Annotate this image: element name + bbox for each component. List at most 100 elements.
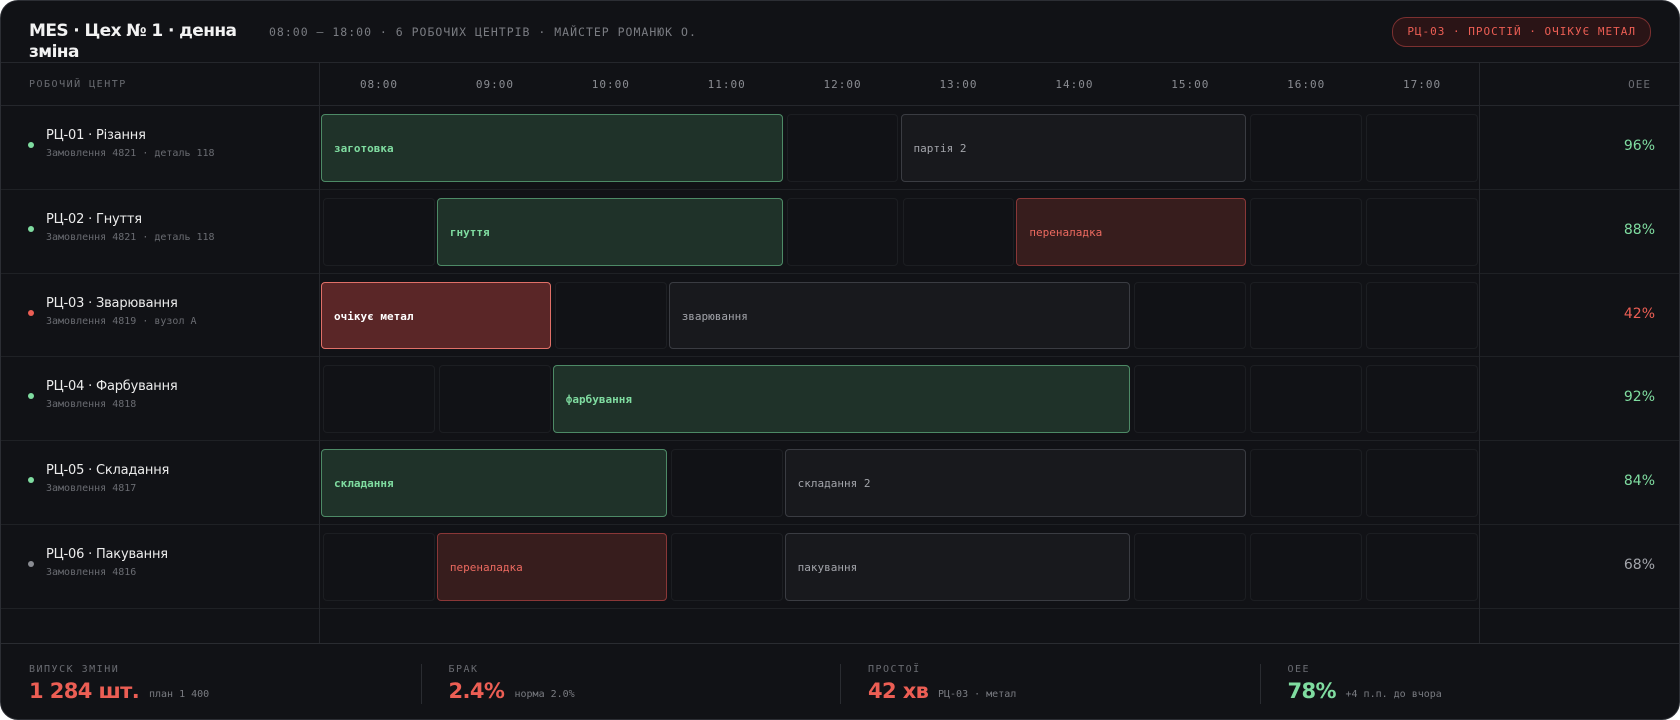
task-bar-plan[interactable]: складання 2 [784,449,1247,517]
kpi-value: 78% [1287,679,1337,703]
task-bar-down[interactable]: очікує метал [321,281,551,350]
oee-value: 96% [1623,138,1655,154]
hour-slot [786,197,899,266]
task-bar-ok[interactable]: фарбування [552,365,1131,434]
task-bar-setup[interactable]: переналадка [436,533,667,601]
hour-slot [786,114,899,182]
work-center-column-header: РОБОЧИЙ ЦЕНТР [29,79,127,90]
hour-slot [1250,533,1363,601]
oee-value: 84% [1623,473,1655,490]
hour-slot [1366,449,1478,517]
kpi-divider [420,664,422,704]
status-dot [28,225,34,232]
kpi-divider [1259,664,1261,704]
oee-value: 92% [1623,389,1655,406]
work-center-row[interactable]: РЦ-02 · Гнуття Замовлення 4821 · деталь 1… [1,190,1679,274]
mes-window: MES · Цех № 1 · денна зміна 08:00 — 18:0… [0,0,1680,720]
hour-slot [670,533,783,601]
hour-slot [1366,197,1478,266]
shift-meta: 08:00 — 18:00 · 6 РОБОЧИХ ЦЕНТРІВ · МАЙС… [269,25,697,39]
work-center-row[interactable]: РЦ-06 · Пакування Замовлення 4816 перенала… [1,525,1679,609]
work-center-name: РЦ-06 · Пакування [46,547,168,562]
kpi-label: ПРОСТОЇ [868,664,921,675]
hour-slot [1250,114,1363,182]
work-center-name: РЦ-01 · Різання [46,128,146,143]
hour-header: 16:00 [1287,78,1326,91]
column-divider [319,63,320,643]
column-divider [1479,63,1480,643]
work-center-order: Замовлення 4816 [46,567,137,578]
kpi-note: РЦ-03 · метал [938,689,1017,700]
work-center-order: Замовлення 4821 · деталь 118 [46,148,215,159]
kpi-value: 42 хв [868,679,929,703]
status-dot [28,393,34,400]
task-bar-ok[interactable]: складання [321,449,667,517]
oee-value: 42% [1623,305,1655,322]
hour-slot [1366,114,1478,182]
task-bar-ok[interactable]: гнуття [436,197,783,266]
hour-slot [1250,197,1363,266]
task-bar-plan[interactable]: партія 2 [900,114,1247,182]
work-center-row[interactable]: РЦ-03 · Зварювання Замовлення 4819 · вузо… [1,274,1679,358]
kpi-note: +4 п.п. до вчора [1345,689,1442,700]
hour-header: 08:00 [359,78,399,91]
hour-header: 17:00 [1403,78,1442,91]
status-dot [28,142,34,148]
downtime-alert-badge[interactable]: РЦ-03 · ПРОСТІЙ · ОЧІКУЄ МЕТАЛ [1392,17,1651,47]
status-dot [28,309,34,316]
header: MES · Цех № 1 · денна зміна 08:00 — 18:0… [1,1,1679,63]
hour-header: 14:00 [1055,78,1094,91]
hour-slot [1250,449,1363,517]
hour-slot [1366,365,1478,434]
hour-slot [323,533,435,601]
kpi-divider [840,664,841,704]
kpi-note: норма 2.0% [514,689,575,700]
hour-slot [1134,533,1247,601]
work-center-name: РЦ-05 · Складання [46,463,170,479]
hour-header: 13:00 [939,78,978,91]
task-bar-setup[interactable]: переналадка [1016,197,1247,266]
hour-header: 11:00 [707,78,746,91]
hour-slot [1250,365,1363,434]
hour-header: 09:00 [475,78,514,91]
kpi-label: БРАК [448,664,479,675]
work-center-row[interactable]: РЦ-01 · Різання Замовлення 4821 · деталь … [1,106,1679,190]
work-center-order: Замовлення 4818 [46,399,137,411]
timeline-header: РОБОЧИЙ ЦЕНТР OEE 08:00 09:00 10:00 11:00 12… [1,63,1679,106]
hour-slot [323,197,435,266]
task-bar-plan[interactable]: пакування [784,533,1131,601]
hour-slot [1366,533,1478,601]
work-center-order: Замовлення 4821 · деталь 118 [46,231,215,243]
hour-slot [670,449,783,517]
work-center-name: РЦ-03 · Зварювання [46,295,178,311]
hour-slot [902,197,1015,266]
hour-slot [1134,365,1247,434]
hour-slot [438,365,551,434]
status-dot [28,477,34,484]
status-dot [28,561,34,567]
hour-slot [1250,281,1363,350]
oee-value: 88% [1623,221,1655,238]
kpi-value: 1 284 шт. [29,679,140,703]
kpi-footer: ВИПУСК ЗМІНИ 1 284 шт. план 1 400 БРАК 2.4% н… [1,643,1679,719]
work-center-row[interactable]: РЦ-05 · Складання Замовлення 4817 складанн… [1,441,1679,525]
hour-slot [1366,281,1478,350]
hour-header: 10:00 [591,78,630,91]
task-bar-ok[interactable]: заготовка [321,114,783,182]
work-center-name: РЦ-02 · Гнуття [46,211,142,227]
task-bar-plan[interactable]: зварювання [668,281,1131,350]
app-title: MES · Цех № 1 · денна зміна [29,21,237,62]
kpi-note: план 1 400 [149,689,210,700]
hour-header: 12:00 [823,78,862,91]
hour-slot [554,281,667,350]
kpi-label: OEE [1287,664,1311,675]
work-center-order: Замовлення 4819 · вузол А [46,315,197,327]
hour-slot [1134,281,1247,350]
kpi-label: ВИПУСК ЗМІНИ [29,664,120,675]
oee-value: 68% [1623,557,1655,573]
work-center-order: Замовлення 4817 [46,483,137,495]
oee-column-header: OEE [1628,78,1651,91]
work-center-row[interactable]: РЦ-04 · Фарбування Замовлення 4818 фарбува… [1,357,1679,442]
kpi-value: 2.4% [448,679,505,703]
work-center-name: РЦ-04 · Фарбування [46,379,178,395]
